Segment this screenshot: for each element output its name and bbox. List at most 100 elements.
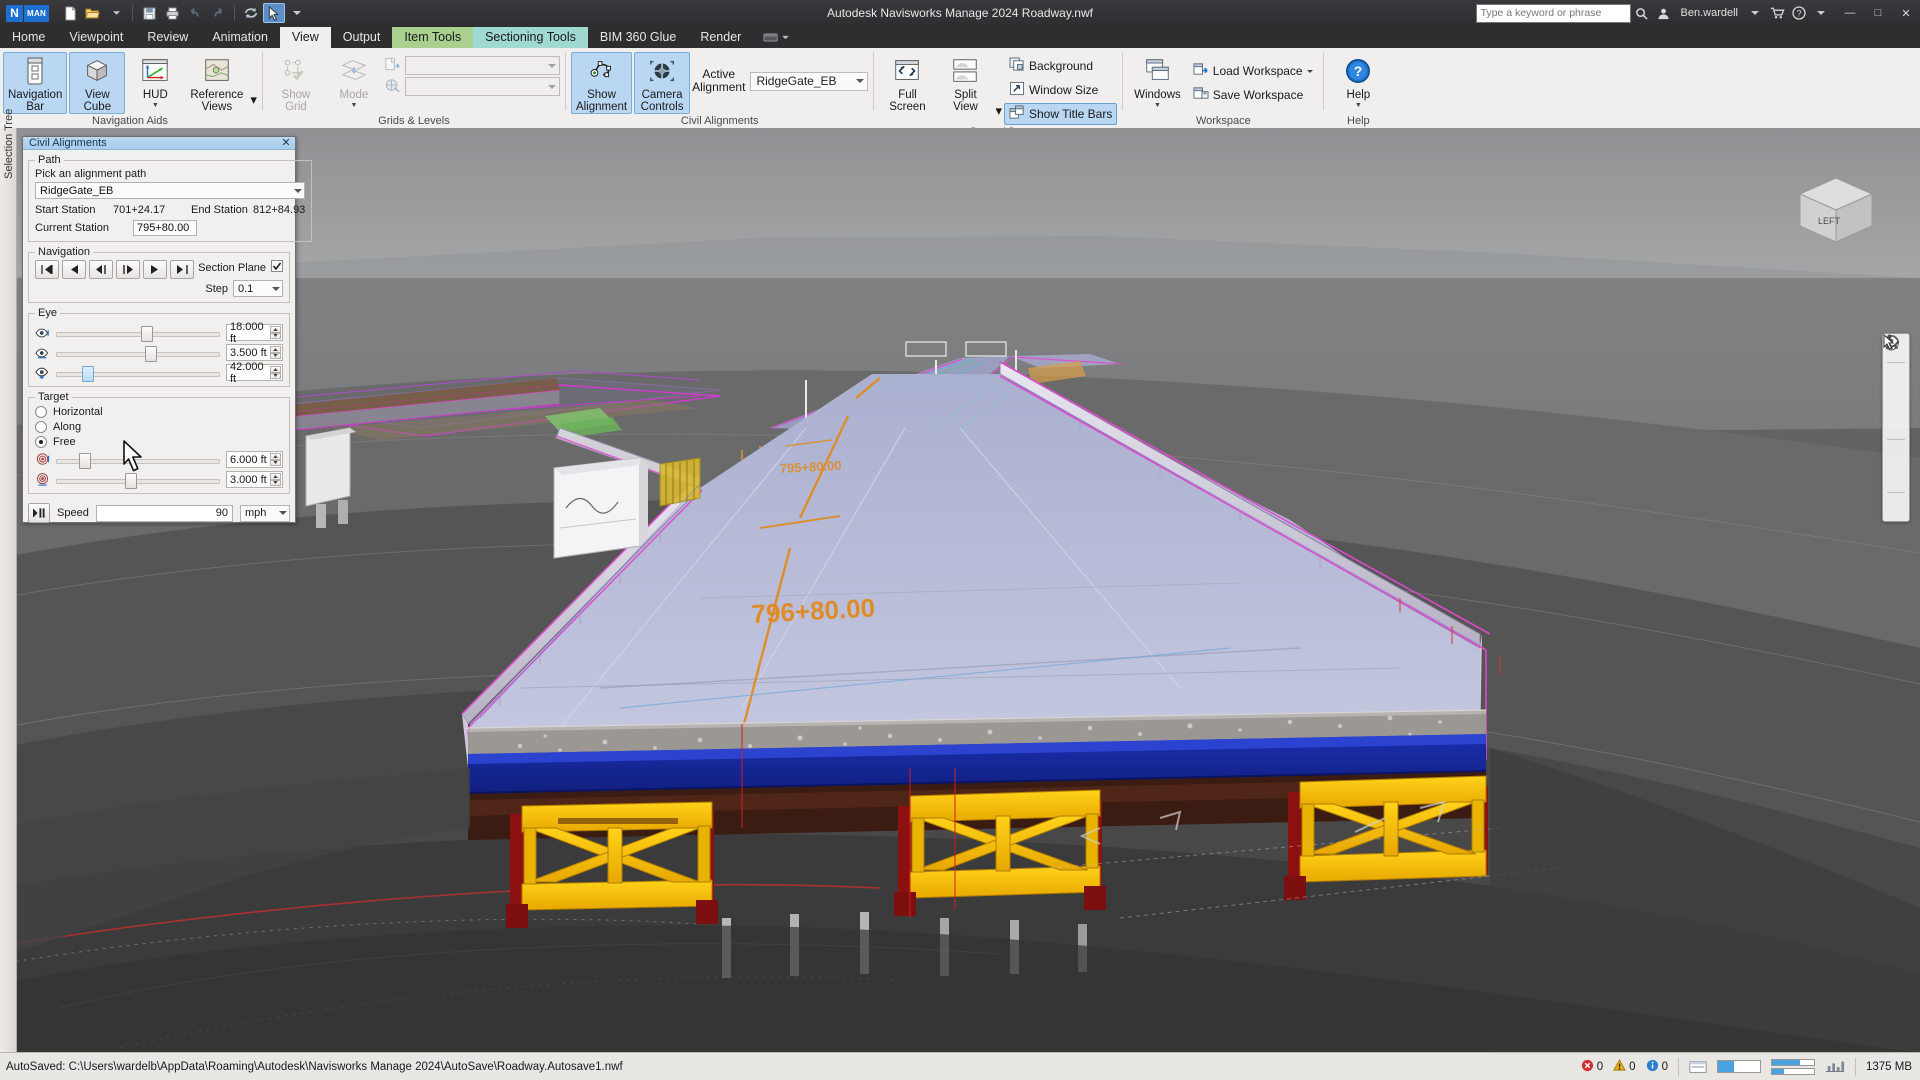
speed-unit-combo[interactable]: mph — [240, 504, 290, 522]
slider-thumb[interactable] — [82, 365, 95, 382]
step-back-fast-button[interactable] — [62, 260, 86, 279]
spinner-buttons[interactable] — [270, 366, 281, 379]
new-file-button[interactable] — [59, 3, 81, 23]
walk-icon[interactable] — [1885, 334, 1907, 489]
user-account-icon[interactable] — [1653, 3, 1675, 23]
show-title-bars-button[interactable]: Show Title Bars — [1003, 103, 1118, 125]
step-combo[interactable]: 0.1 — [233, 280, 283, 297]
grid-level-above-combo[interactable] — [404, 56, 560, 75]
window-size-button[interactable]: Window Size — [1004, 79, 1117, 101]
ribbon-display-options-button[interactable] — [753, 27, 799, 48]
search-icon[interactable] — [1631, 3, 1653, 23]
target-option-horizontal[interactable]: Horizontal — [35, 405, 283, 418]
spinner-buttons[interactable] — [270, 453, 281, 466]
step-forward-button[interactable] — [116, 260, 140, 279]
jump-to-end-button[interactable] — [170, 260, 194, 279]
tab-item-tools[interactable]: Item Tools — [392, 27, 474, 48]
speed-input[interactable]: 90 — [95, 504, 233, 522]
target-option-free[interactable]: Free — [35, 435, 283, 448]
grid-mode-caret-icon[interactable]: ▼ — [350, 102, 357, 109]
windows-button[interactable]: Windows ▼ — [1129, 52, 1186, 110]
zoom-icon[interactable] — [1884, 335, 1907, 412]
windows-caret-icon[interactable]: ▼ — [1154, 102, 1161, 109]
eye-slider-2[interactable] — [56, 345, 220, 362]
spinner-down[interactable] — [270, 372, 281, 379]
tab-render[interactable]: Render — [688, 27, 753, 48]
spinner-buttons[interactable] — [270, 326, 281, 339]
target-value-2-spinner[interactable]: 3.000 ft — [226, 471, 283, 488]
print-button[interactable] — [161, 3, 183, 23]
help-dropdown-caret-icon[interactable] — [1810, 3, 1832, 23]
target-value-1-spinner[interactable]: 6.000 ft — [226, 451, 283, 468]
spinner-down[interactable] — [270, 479, 281, 486]
conflict-count-chip[interactable]: 0 — [1613, 1058, 1636, 1075]
select-tool-button[interactable] — [263, 3, 286, 23]
full-screen-button[interactable]: Full Screen — [879, 52, 935, 114]
tab-view[interactable]: View — [279, 27, 331, 48]
spinner-down[interactable] — [270, 459, 281, 466]
radio-free[interactable] — [35, 435, 47, 448]
view-stats-indicator[interactable] — [1825, 1060, 1845, 1074]
error-count-chip[interactable]: 0 — [1581, 1059, 1603, 1075]
pan-hand-icon[interactable] — [1885, 335, 1907, 388]
selection-tree-dock[interactable]: Selection Tree — [0, 109, 17, 1053]
minimize-button[interactable]: — — [1836, 0, 1864, 26]
camera-controls-button[interactable]: Camera Controls — [634, 52, 691, 114]
target-slider-1[interactable] — [56, 452, 220, 469]
eye-slider-3[interactable] — [56, 365, 220, 382]
reference-views-caret-icon[interactable]: ▾ — [250, 92, 257, 108]
spinner-buttons[interactable] — [270, 346, 281, 359]
tab-sectioning-tools[interactable]: Sectioning Tools — [473, 27, 588, 48]
split-view-button[interactable]: Split View — [937, 52, 993, 114]
civil-alignments-title-bar[interactable]: Civil Alignments ✕ — [23, 137, 295, 150]
radio-horizontal[interactable] — [35, 405, 47, 418]
slider-thumb[interactable] — [78, 452, 91, 469]
eye-value-3-spinner[interactable]: 42.000 ft — [226, 361, 283, 385]
pending-items-indicator[interactable] — [1689, 1060, 1707, 1074]
play-forward-button[interactable] — [143, 260, 167, 279]
save-workspace-button[interactable]: Save Workspace — [1188, 84, 1318, 106]
navigation-bar-widget[interactable] — [1882, 333, 1910, 522]
tab-review[interactable]: Review — [135, 27, 200, 48]
maximize-button[interactable]: □ — [1864, 0, 1892, 26]
tab-animation[interactable]: Animation — [200, 27, 280, 48]
spinner-down[interactable] — [270, 332, 281, 339]
target-slider-2[interactable] — [56, 472, 220, 489]
grid-mode-button[interactable]: Mode ▼ — [326, 52, 382, 110]
undo-button[interactable] — [184, 3, 206, 23]
qat-overflow-dropdown[interactable] — [286, 3, 308, 23]
eye-value-1-spinner[interactable]: 18.000 ft — [226, 321, 283, 345]
user-name-label[interactable]: Ben.wardell — [1675, 3, 1744, 23]
close-icon[interactable]: ✕ — [280, 137, 292, 149]
slider-thumb[interactable] — [124, 472, 137, 489]
target-option-along[interactable]: Along — [35, 420, 283, 433]
reference-views-button[interactable]: Reference Views — [185, 52, 248, 114]
eye-value-2-spinner[interactable]: 3.500 ft — [226, 344, 283, 361]
jump-to-start-button[interactable] — [35, 260, 59, 279]
radio-along[interactable] — [35, 420, 47, 433]
section-plane-checkbox[interactable] — [271, 260, 283, 275]
search-input[interactable]: Type a keyword or phrase — [1475, 3, 1631, 23]
slider-thumb[interactable] — [141, 325, 154, 342]
open-file-button[interactable] — [82, 3, 104, 23]
redo-button[interactable] — [207, 3, 229, 23]
load-workspace-caret-icon[interactable] — [1306, 69, 1313, 73]
current-station-input[interactable]: 795+80.00 — [133, 220, 197, 236]
tab-output[interactable]: Output — [331, 27, 393, 48]
slider-thumb[interactable] — [144, 345, 157, 362]
grid-level-below-combo[interactable] — [404, 77, 560, 96]
show-alignment-button[interactable]: Show Alignment — [570, 52, 633, 114]
refresh-button[interactable] — [240, 3, 262, 23]
tab-home[interactable]: Home — [0, 27, 57, 48]
tab-viewpoint[interactable]: Viewpoint — [57, 27, 135, 48]
navigation-bar-button[interactable]: Navigation Bar — [3, 52, 68, 114]
show-grid-button[interactable]: Show Grid — [268, 52, 324, 114]
play-pause-button[interactable] — [28, 503, 50, 523]
view-cube-button[interactable]: View Cube — [69, 52, 126, 114]
hud-caret-icon[interactable]: ▼ — [152, 102, 159, 109]
help-circle-icon[interactable]: ? — [1788, 3, 1810, 23]
select-arrow-icon[interactable] — [1883, 334, 1907, 518]
look-around-icon[interactable] — [1883, 335, 1907, 465]
cart-icon[interactable] — [1766, 3, 1788, 23]
load-workspace-button[interactable]: Load Workspace — [1188, 60, 1318, 82]
